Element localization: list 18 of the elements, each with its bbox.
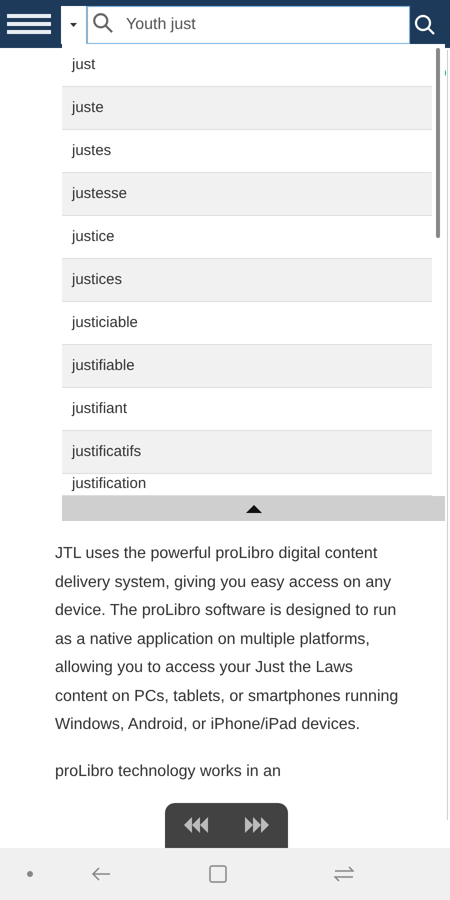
- suggestion-item[interactable]: justification: [62, 474, 432, 496]
- up-triangle-icon: [246, 504, 262, 512]
- home-icon[interactable]: [209, 865, 227, 883]
- article-paragraph: proLibro technology works in an: [55, 762, 282, 782]
- suggestion-item[interactable]: justesse: [62, 173, 432, 216]
- suggestion-item[interactable]: juste: [62, 87, 432, 130]
- suggestion-item[interactable]: justificatifs: [62, 431, 432, 474]
- suggestion-item[interactable]: justifiable: [62, 345, 432, 388]
- search-icon: [413, 13, 437, 37]
- back-icon[interactable]: [91, 866, 111, 882]
- search-field[interactable]: Youth just: [87, 6, 410, 44]
- fast-forward-icon[interactable]: [245, 817, 270, 833]
- article-paragraph: JTL uses the powerful proLibro digital content delivery system, giving you easy access on any device. The proLibro software is designed to run as a native application on multiple platforms, allowing you to access your Just the Laws content on PCs, tablets, or smartphones running Windows, Android, or iPhone/iPad devices.: [55, 544, 400, 735]
- rewind-icon[interactable]: [184, 817, 208, 833]
- caret-icon: [70, 23, 77, 27]
- recent-apps-icon[interactable]: [334, 865, 354, 883]
- scope-dropdown[interactable]: [61, 6, 87, 44]
- suggestion-item[interactable]: justices: [62, 259, 432, 302]
